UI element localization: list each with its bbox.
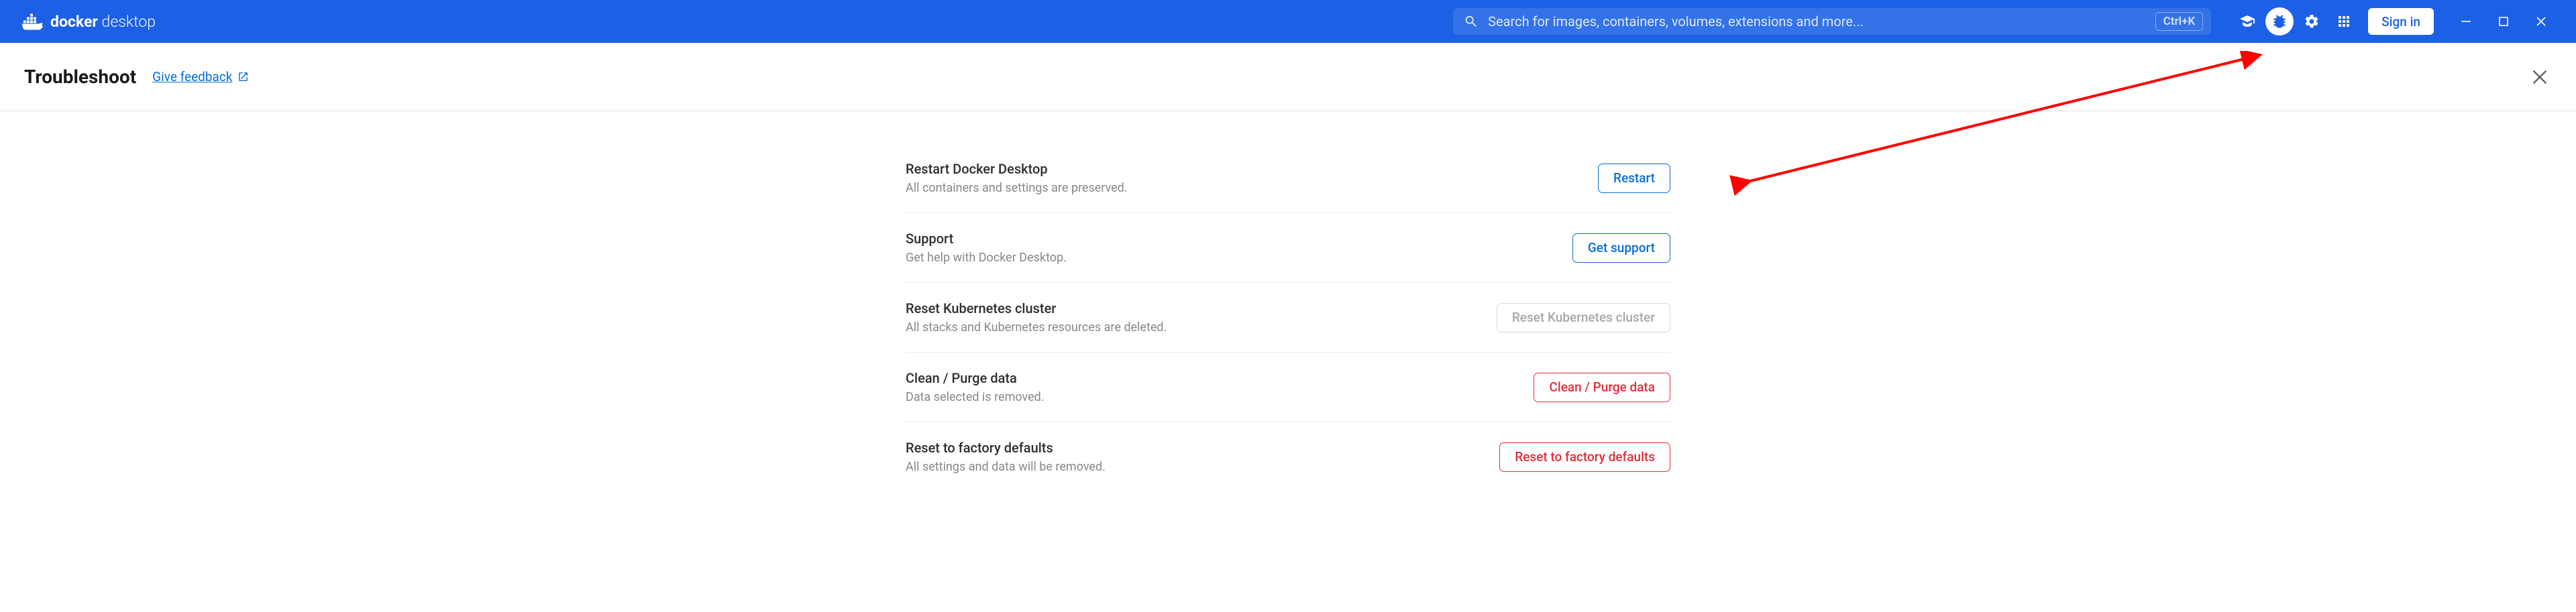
title-bar: docker desktop Search for images, contai… — [0, 0, 2576, 43]
app-name-bold: docker — [50, 13, 98, 31]
app-logo: docker desktop — [21, 13, 156, 31]
row-subtitle: Get help with Docker Desktop. — [906, 251, 1572, 265]
row-title: Restart Docker Desktop — [906, 161, 1598, 177]
reset-kubernetes-button: Reset Kubernetes cluster — [1497, 303, 1670, 332]
close-icon — [2535, 15, 2547, 27]
search-placeholder: Search for images, containers, volumes, … — [1488, 13, 2146, 29]
feedback-link-label: Give feedback — [152, 69, 232, 84]
close-page-button[interactable] — [2528, 65, 2552, 89]
window-close-button[interactable] — [2522, 7, 2560, 36]
search-box[interactable]: Search for images, containers, volumes, … — [1453, 8, 2211, 35]
main-content: Restart Docker Desktop All containers an… — [0, 111, 2576, 491]
row-title: Clean / Purge data — [906, 370, 1534, 386]
row-purge-data: Clean / Purge data Data selected is remo… — [906, 353, 1670, 422]
settings-button[interactable] — [2296, 7, 2328, 36]
external-link-icon — [237, 71, 249, 82]
bug-icon — [2271, 13, 2288, 30]
maximize-icon — [2498, 15, 2510, 27]
sign-in-button[interactable]: Sign in — [2368, 8, 2434, 35]
minimize-icon — [2460, 15, 2472, 27]
row-subtitle: Data selected is removed. — [906, 390, 1534, 404]
row-title: Reset Kubernetes cluster — [906, 300, 1497, 316]
troubleshoot-list: Restart Docker Desktop All containers an… — [906, 143, 1670, 491]
get-support-button[interactable]: Get support — [1572, 233, 1670, 263]
graduation-cap-icon — [2239, 13, 2255, 29]
search-shortcut-badge: Ctrl+K — [2155, 12, 2203, 31]
row-restart: Restart Docker Desktop All containers an… — [906, 143, 1670, 213]
row-subtitle: All settings and data will be removed. — [906, 460, 1499, 474]
clean-purge-button[interactable]: Clean / Purge data — [1534, 373, 1670, 402]
restart-button[interactable]: Restart — [1598, 164, 1670, 193]
row-title: Reset to factory defaults — [906, 440, 1499, 456]
close-icon — [2530, 68, 2549, 86]
search-icon — [1464, 14, 1479, 29]
window-maximize-button[interactable] — [2485, 7, 2522, 36]
page-title: Troubleshoot — [24, 66, 136, 88]
top-bar-actions: Sign in — [2231, 7, 2434, 36]
apps-grid-icon — [2336, 13, 2352, 29]
docker-whale-icon — [21, 13, 43, 30]
page-header: Troubleshoot Give feedback — [0, 43, 2576, 111]
reset-factory-button[interactable]: Reset to factory defaults — [1499, 442, 1670, 472]
learn-button[interactable] — [2231, 7, 2263, 36]
troubleshoot-button[interactable] — [2265, 7, 2294, 36]
app-name-light: desktop — [102, 13, 156, 31]
row-reset-kubernetes: Reset Kubernetes cluster All stacks and … — [906, 283, 1670, 353]
row-factory-reset: Reset to factory defaults All settings a… — [906, 422, 1670, 491]
row-subtitle: All containers and settings are preserve… — [906, 181, 1598, 195]
give-feedback-link[interactable]: Give feedback — [152, 69, 249, 84]
row-title: Support — [906, 231, 1572, 247]
window-minimize-button[interactable] — [2447, 7, 2485, 36]
row-subtitle: All stacks and Kubernetes resources are … — [906, 320, 1497, 334]
gear-icon — [2304, 13, 2320, 29]
row-support: Support Get help with Docker Desktop. Ge… — [906, 213, 1670, 283]
window-controls — [2447, 7, 2560, 36]
apps-button[interactable] — [2328, 7, 2360, 36]
